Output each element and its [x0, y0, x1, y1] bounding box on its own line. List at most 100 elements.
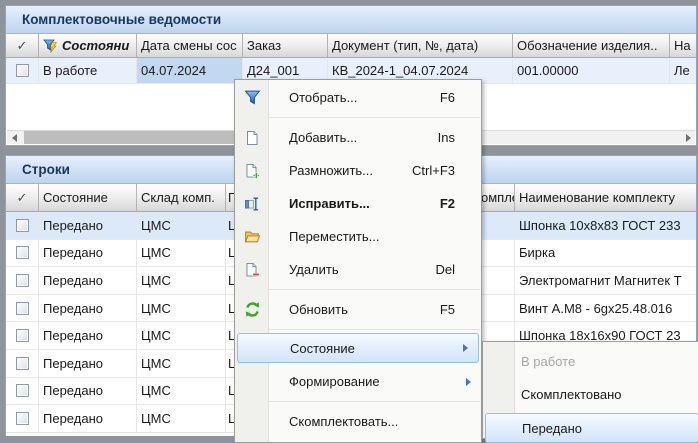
- cell-item-name[interactable]: Шпонка 10х8х83 ГОСТ 233: [515, 212, 696, 239]
- cell-state[interactable]: Передано: [39, 350, 137, 377]
- menu-item-label: Скомплектовано: [521, 387, 698, 402]
- cell-state[interactable]: Передано: [39, 295, 137, 322]
- menu-separator: [236, 289, 480, 290]
- state-submenu: В работе Скомплектовано Передано: [482, 341, 698, 439]
- menu-separator: [236, 401, 480, 402]
- row-checkbox-cell: [6, 267, 39, 294]
- cell-state[interactable]: Передано: [39, 240, 137, 267]
- cell-warehouse[interactable]: ЦМС: [137, 405, 226, 432]
- row-checkbox[interactable]: [16, 274, 29, 287]
- cell-warehouse[interactable]: ЦМС: [137, 378, 226, 405]
- row-checkbox[interactable]: [16, 357, 29, 370]
- menu-item-duplicate[interactable]: Размножить... Ctrl+F3: [235, 154, 481, 187]
- row-checkbox-cell: [6, 322, 39, 349]
- cell-state[interactable]: Передано: [39, 405, 137, 432]
- row-checkbox[interactable]: [16, 412, 29, 425]
- row-checkbox[interactable]: [16, 219, 29, 232]
- context-menu: Отобрать... F6 Добавить... Ins Размножит…: [234, 79, 482, 443]
- menu-item-delete[interactable]: Удалить Del: [235, 253, 481, 286]
- menu-item-label: В работе: [521, 354, 698, 369]
- cell-date-selected[interactable]: 04.07.2024: [137, 58, 243, 83]
- cell-warehouse[interactable]: ЦМС: [137, 295, 226, 322]
- menu-item-label: Состояние: [290, 341, 463, 356]
- submenu-item-assembled[interactable]: Скомплектовано: [483, 378, 698, 411]
- row-checkbox-cell: [6, 405, 39, 432]
- row-checkbox-cell: [6, 350, 39, 377]
- menu-item-assemble[interactable]: Скомплектовать...: [235, 405, 481, 438]
- cell-state[interactable]: Передано: [39, 322, 137, 349]
- scroll-left-button[interactable]: [7, 131, 21, 144]
- column-header-name[interactable]: На: [670, 34, 696, 57]
- menu-item-shortcut: F6: [440, 90, 455, 105]
- scroll-right-button[interactable]: [681, 131, 695, 144]
- menu-item-label: Формирование: [289, 374, 466, 389]
- menu-item-label: Исправить...: [289, 196, 440, 211]
- filter-icon: [243, 89, 261, 107]
- submenu-item-in-progress: В работе: [483, 345, 698, 378]
- column-header-state[interactable]: Состояни: [39, 34, 137, 57]
- column-header-warehouse[interactable]: Склад комп.: [137, 184, 226, 211]
- menu-separator: [236, 117, 480, 118]
- cell-designation[interactable]: 001.00000: [513, 58, 670, 83]
- submenu-arrow-icon: [466, 378, 471, 386]
- menu-item-label: Размножить...: [289, 163, 412, 178]
- menu-item-add[interactable]: Добавить... Ins: [235, 121, 481, 154]
- cell-warehouse[interactable]: ЦМС: [137, 350, 226, 377]
- cell-item-name[interactable]: Бирка: [515, 240, 696, 267]
- cell-state[interactable]: Передано: [39, 267, 137, 294]
- row-checkbox-cell: [6, 212, 39, 239]
- row-checkbox[interactable]: [16, 64, 29, 77]
- menu-item-filter[interactable]: Отобрать... F6: [235, 81, 481, 114]
- column-header-state[interactable]: Состояние: [39, 184, 137, 211]
- column-header-state-label: Состояни: [62, 38, 129, 53]
- select-all-column-header[interactable]: ✓: [6, 34, 39, 57]
- column-header-order[interactable]: Заказ: [243, 34, 328, 57]
- column-header-date[interactable]: Дата смены сос: [137, 34, 243, 57]
- menu-item-state[interactable]: Состояние: [237, 333, 479, 363]
- column-header-designation[interactable]: Обозначение изделия..: [513, 34, 670, 57]
- submenu-item-transferred[interactable]: Передано: [485, 413, 698, 443]
- menu-item-shortcut: F2: [440, 196, 455, 211]
- cell-name[interactable]: Ле: [670, 58, 696, 83]
- move-folder-icon: [243, 228, 261, 246]
- cell-warehouse[interactable]: ЦМС: [137, 267, 226, 294]
- column-header-document[interactable]: Документ (тип, №, дата): [328, 34, 513, 57]
- menu-item-label: Удалить: [289, 262, 435, 277]
- menu-item-edit[interactable]: Исправить... F2: [235, 187, 481, 220]
- scroll-right-arrow-icon: [686, 134, 691, 142]
- cell-item-name[interactable]: Электромагнит Магнитек Т: [515, 267, 696, 294]
- add-document-icon: [243, 129, 261, 147]
- cell-state[interactable]: Передано: [39, 378, 137, 405]
- cell-item-name[interactable]: Винт А.М8 - 6gх25.48.016: [515, 295, 696, 322]
- row-checkbox-cell: [6, 378, 39, 405]
- menu-item-refresh[interactable]: Обновить F5: [235, 293, 481, 326]
- cell-warehouse[interactable]: ЦМС: [137, 240, 226, 267]
- menu-separator: [236, 329, 480, 330]
- submenu-arrow-icon: [463, 344, 468, 352]
- row-checkbox-cell: [6, 295, 39, 322]
- menu-item-shortcut: Ins: [438, 130, 455, 145]
- cell-state[interactable]: Передано: [39, 212, 137, 239]
- row-checkbox[interactable]: [16, 246, 29, 259]
- edit-icon: [243, 195, 261, 213]
- cell-state[interactable]: В работе: [39, 58, 137, 83]
- column-header-item-name[interactable]: Наименование комплекту: [515, 184, 696, 211]
- select-all-column-header[interactable]: ✓: [6, 184, 39, 211]
- duplicate-document-icon: [243, 162, 261, 180]
- row-checkbox[interactable]: [16, 384, 29, 397]
- delete-document-icon: [243, 261, 261, 279]
- menu-item-move[interactable]: Переместить...: [235, 220, 481, 253]
- menu-item-formation[interactable]: Формирование: [235, 365, 481, 398]
- cell-warehouse[interactable]: ЦМС: [137, 212, 226, 239]
- row-checkbox[interactable]: [16, 329, 29, 342]
- scroll-left-arrow-icon: [12, 134, 17, 142]
- row-checkbox[interactable]: [16, 302, 29, 315]
- sheets-column-header: ✓ Состояни Дата смены сос Заказ Документ…: [6, 34, 696, 58]
- app-window: { "sheets_panel": { "title": "Комплектов…: [0, 0, 698, 435]
- menu-item-label: Передано: [522, 421, 698, 436]
- menu-item-label: Обновить: [289, 302, 440, 317]
- refresh-icon: [243, 301, 261, 319]
- filter-lightning-icon: [43, 38, 59, 54]
- sheets-panel-title: Комплектовочные ведомости: [6, 6, 696, 34]
- cell-warehouse[interactable]: ЦМС: [137, 322, 226, 349]
